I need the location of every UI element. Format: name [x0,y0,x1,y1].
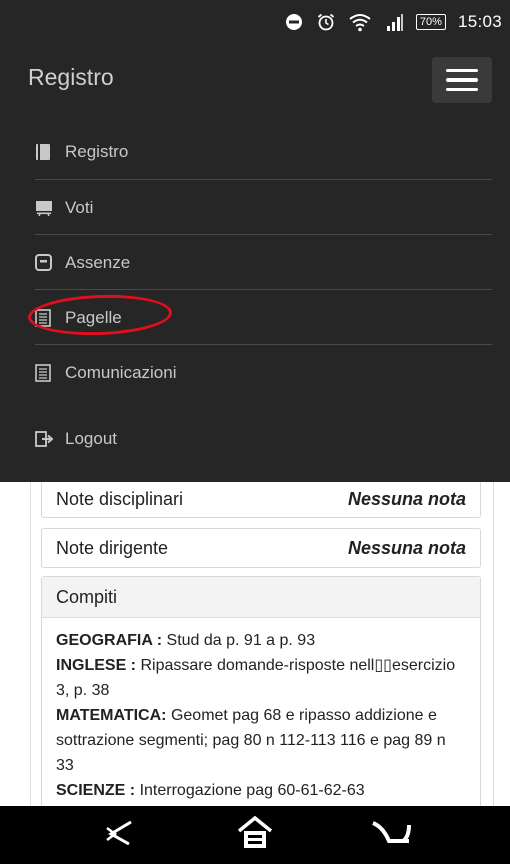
note-disciplinari-panel: Note disciplinari Nessuna nota [41,482,481,518]
monitor-icon [35,200,65,216]
square-icon [35,254,65,271]
list-icon [35,363,65,382]
menu-item-logout[interactable]: Logout [35,411,492,466]
compiti-text: Stud da p. 91 a p. 93 [162,632,316,649]
compiti-subject: GEOGRAFIA : [56,632,163,649]
menu-item-label: Voti [65,197,94,217]
compiti-subject: SCIENZE : [56,782,136,799]
note-disciplinari-label: Note disciplinari [56,488,184,509]
menu-item-registro[interactable]: Registro [35,124,492,179]
compiti-text: Interrogazione pag 60-61-62-63 [135,782,365,799]
compiti-entry: SCIENZE : Interrogazione pag 60-61-62-63 [56,778,466,803]
compiti-entry: GEOGRAFIA : Stud da p. 91 a p. 93 [56,628,466,653]
hamburger-icon [446,68,478,73]
wifi-icon [348,12,372,32]
note-dirigente-panel: Note dirigente Nessuna nota [41,528,481,568]
compiti-subject: INGLESE : [56,657,137,674]
note-disciplinari-value: Nessuna nota [347,488,466,509]
menu-item-comunicazioni[interactable]: Comunicazioni [35,345,492,400]
alarm-icon [316,12,336,32]
compiti-list: GEOGRAFIA : Stud da p. 91 a p. 93 INGLES… [42,618,480,803]
logout-icon [35,430,65,447]
compiti-subject: MATEMATICA: [56,707,167,724]
main-content: Note disciplinari Nessuna nota Note diri… [30,482,494,806]
hamburger-icon-bar [446,87,478,92]
compiti-title: Compiti [42,577,480,618]
back-button[interactable] [97,816,141,854]
note-dirigente-label: Note dirigente [56,537,169,558]
app-title[interactable]: Registro [28,64,114,91]
hamburger-icon-bar [446,78,478,82]
menu-item-label: Registro [65,141,129,161]
menu-item-label: Comunicazioni [65,362,177,382]
book-icon [35,143,65,161]
recent-apps-icon [369,817,413,854]
home-icon [235,815,275,856]
back-icon [101,818,137,853]
signal-icon [384,12,404,32]
compiti-panel: Compiti GEOGRAFIA : Stud da p. 91 a p. 9… [41,576,481,806]
compiti-entry: MATEMATICA: Geomet pag 68 e ripasso addi… [56,703,466,778]
menu-item-label: Assenze [65,252,131,272]
recent-apps-button[interactable] [369,816,413,854]
menu-item-assenze[interactable]: Assenze [35,235,492,290]
battery-indicator: 70% [415,14,446,30]
navbar: Registro [0,44,510,112]
compiti-entry: INGLESE : Ripassare domande-risposte nel… [56,653,466,703]
do-not-disturb-icon [284,12,304,32]
menu-item-voti[interactable]: Voti [35,180,492,235]
clock: 15:03 [457,12,502,31]
menu-toggle-button[interactable] [432,57,492,103]
system-nav-bar [0,806,510,864]
menu-item-label: Logout [65,428,117,448]
note-dirigente-value: Nessuna nota [347,537,466,558]
home-button[interactable] [233,815,277,856]
status-bar: 70% 15:03 [0,0,510,44]
